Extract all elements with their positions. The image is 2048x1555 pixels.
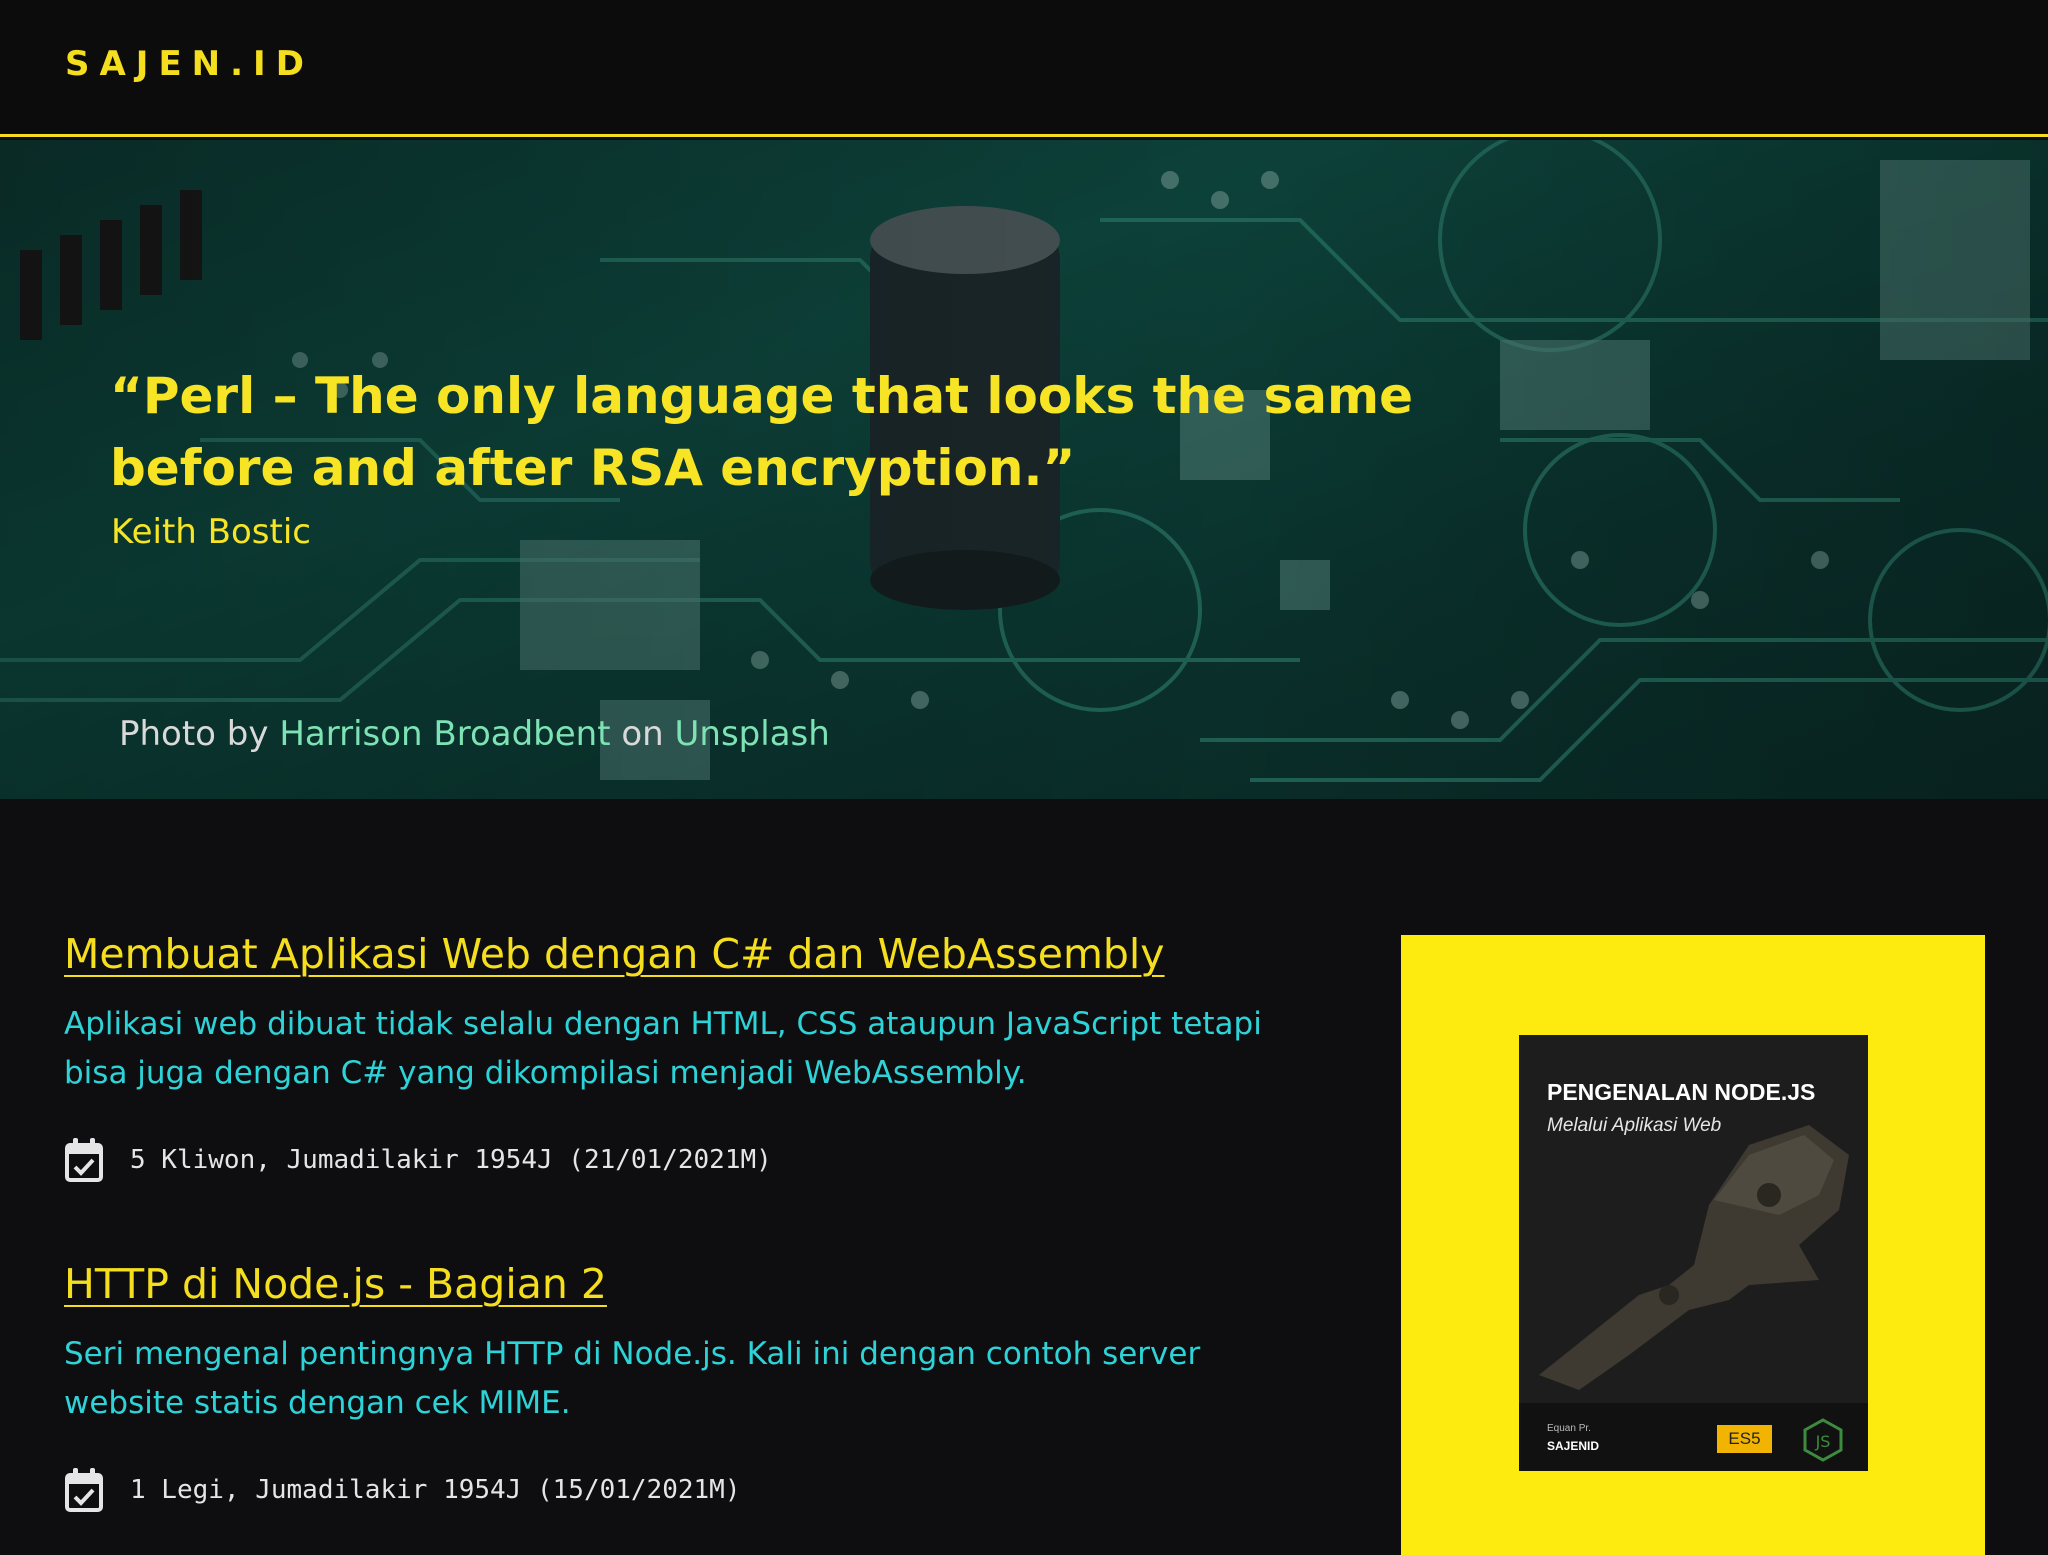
calendar-check-icon xyxy=(65,1138,103,1182)
unsplash-link[interactable]: Unsplash xyxy=(675,714,830,754)
book-publisher: SAJENID xyxy=(1547,1439,1600,1453)
book-cover[interactable]: PENGENALAN NODE.JS Melalui Aplikasi Web … xyxy=(1519,1035,1868,1471)
post-date: 1 Legi, Jumadilakir 1954J (15/01/2021M) xyxy=(64,1466,1324,1514)
post-excerpt: Aplikasi web dibuat tidak selalu dengan … xyxy=(64,1006,1262,1091)
book-author: Equan Pr. xyxy=(1547,1423,1591,1434)
hero-banner: “Perl – The only language that looks the… xyxy=(0,140,2048,799)
site-logo-link[interactable]: SAJEN.ID xyxy=(65,44,314,84)
photographer-link[interactable]: Harrison Broadbent xyxy=(279,714,610,754)
credit-prefix: Photo by xyxy=(119,714,280,754)
photo-credit: Photo by Harrison Broadbent on Unsplash xyxy=(119,714,830,754)
post-title-link[interactable]: HTTP di Node.js - Bagian 2 xyxy=(64,1260,607,1308)
post-excerpt: Seri mengenal pentingnya HTTP di Node.js… xyxy=(64,1336,1201,1421)
post-title-link[interactable]: Membuat Aplikasi Web dengan C# dan WebAs… xyxy=(64,930,1165,978)
post-date-text: 1 Legi, Jumadilakir 1954J (15/01/2021M) xyxy=(130,1475,741,1505)
post-date-text: 5 Kliwon, Jumadilakir 1954J (21/01/2021M… xyxy=(130,1145,772,1175)
post-item: HTTP di Node.js - Bagian 2 Seri mengenal… xyxy=(64,1260,1324,1514)
credit-middle: on xyxy=(610,714,675,754)
post-date: 5 Kliwon, Jumadilakir 1954J (21/01/2021M… xyxy=(64,1136,1364,1184)
calendar-check-icon xyxy=(65,1468,103,1512)
quote-author: Keith Bostic xyxy=(111,512,311,552)
svg-text:JS: JS xyxy=(1815,1432,1831,1451)
post-item: Membuat Aplikasi Web dengan C# dan WebAs… xyxy=(64,930,1364,1184)
nodejs-icon: JS xyxy=(1803,1418,1843,1462)
es5-badge: ES5 xyxy=(1717,1425,1772,1453)
book-ad[interactable]: PENGENALAN NODE.JS Melalui Aplikasi Web … xyxy=(1401,935,1985,1555)
hero-quote: “Perl – The only language that looks the… xyxy=(110,367,1413,497)
post-list: Membuat Aplikasi Web dengan C# dan WebAs… xyxy=(64,930,1364,1512)
site-header: SAJEN.ID xyxy=(0,0,2048,137)
